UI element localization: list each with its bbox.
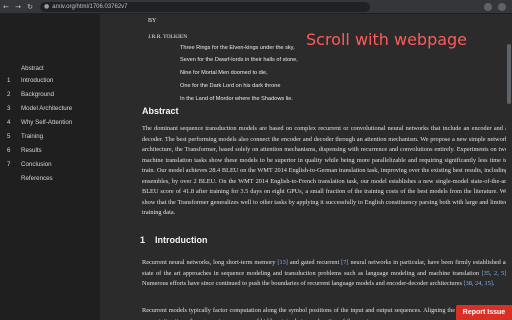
toc-label: References — [21, 175, 53, 182]
citation-link[interactable]: [35, 2, 5] — [482, 270, 507, 277]
author-name: J.R.R. TOLKIEN — [148, 34, 188, 40]
scroll-note-overlay: Scroll with webpage — [306, 30, 468, 49]
toc-number: 6 — [7, 147, 11, 154]
reload-icon[interactable]: ↻ — [24, 0, 36, 14]
text-run: and gated recurrent — [287, 259, 342, 266]
toc-number: 2 — [7, 91, 11, 98]
toc-label: Model Architecture — [21, 105, 73, 112]
section-number: 1 — [140, 235, 146, 245]
toc-number: 5 — [7, 133, 11, 140]
extension-icon[interactable] — [484, 2, 492, 11]
intro-paragraph: Recurrent models typically factor comput… — [142, 307, 508, 320]
abstract-heading: Abstract — [142, 106, 179, 116]
toc-number: 7 — [7, 161, 11, 168]
site-info-icon[interactable]: ● — [44, 3, 49, 10]
toc-label: Results — [21, 147, 42, 154]
byline: BY — [148, 18, 157, 24]
poem-line: Nine for Mortal Men doomed to die, — [180, 70, 268, 76]
forward-arrow-icon[interactable]: → — [12, 0, 24, 14]
url-text: arxiv.org/html/1706.03762v7 — [52, 3, 128, 10]
toc-label: Training — [21, 133, 44, 140]
table-of-contents: Abstract 1 Introduction 2 Background 3 M… — [0, 14, 100, 320]
toc-label: Conclusion — [21, 161, 52, 168]
text-run: . — [492, 280, 495, 287]
page-viewport: Abstract 1 Introduction 2 Background 3 M… — [0, 14, 512, 320]
scrollbar[interactable] — [506, 14, 512, 320]
toc-number: 4 — [7, 119, 11, 126]
citation-link[interactable]: [38, 24, 15] — [463, 280, 492, 287]
toc-label: Background — [21, 91, 55, 98]
poem-line: Three Rings for the Elven-kings under th… — [180, 45, 295, 51]
abstract-text: The dominant sequence transduction model… — [142, 125, 508, 216]
toc-number: 3 — [7, 105, 11, 112]
section-heading: 1 Introduction — [140, 235, 208, 245]
poem-line: Seven for the Dwarf-lords in their halls… — [180, 57, 298, 63]
toc-number: 1 — [7, 77, 11, 84]
toc-label: Why Self-Attention — [21, 119, 73, 126]
section-title: Introduction — [155, 235, 208, 245]
browser-toolbar: ← → ↻ ● arxiv.org/html/1706.03762v7 — [0, 0, 512, 14]
address-bar[interactable]: ● arxiv.org/html/1706.03762v7 — [40, 1, 370, 12]
text-run: Recurrent neural networks, long short-te… — [142, 259, 278, 266]
profile-icon[interactable] — [498, 2, 506, 11]
intro-paragraph: Recurrent neural networks, long short-te… — [142, 258, 508, 290]
poem-line: One for the Dark Lord on his dark throne — [180, 83, 281, 89]
scrollbar-thumb[interactable] — [507, 44, 511, 104]
toc-label: Introduction — [21, 77, 54, 84]
citation-link[interactable]: [13] — [277, 259, 288, 266]
citation-link[interactable]: [7] — [341, 259, 348, 266]
back-arrow-icon[interactable]: ← — [0, 0, 12, 14]
report-issue-button[interactable]: Report Issue — [456, 305, 512, 320]
poem-line: In the Land of Mordor where the Shadows … — [180, 96, 293, 102]
paper-page: BY J.R.R. TOLKIEN Three Rings for the El… — [100, 14, 512, 320]
toc-label: Abstract — [21, 65, 44, 72]
